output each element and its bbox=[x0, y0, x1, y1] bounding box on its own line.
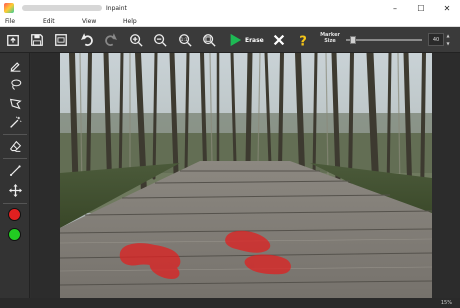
play-icon bbox=[230, 33, 242, 47]
erase-label: Erase bbox=[245, 36, 264, 44]
zoom-level: 15% bbox=[440, 300, 452, 306]
marker-icon bbox=[10, 61, 20, 72]
window-title: Inpaint bbox=[106, 4, 127, 12]
polygonal-lasso-tool[interactable] bbox=[5, 94, 25, 112]
move-tool[interactable] bbox=[5, 181, 25, 199]
save-icon bbox=[31, 34, 43, 46]
title-redacted bbox=[22, 5, 102, 11]
spin-down-icon[interactable]: ▼ bbox=[446, 41, 449, 46]
zoom-fit-button[interactable] bbox=[200, 31, 218, 49]
slider-thumb[interactable] bbox=[350, 36, 356, 44]
marker-size-label: Marker Size bbox=[320, 32, 340, 44]
app-window: Inpaint – ☐ ✕ File Edit View Help 1:1 Er… bbox=[0, 0, 460, 308]
magic-wand-icon bbox=[9, 115, 22, 128]
zoom-out-button[interactable] bbox=[151, 31, 169, 49]
title-bar: Inpaint – ☐ ✕ bbox=[0, 0, 460, 16]
zoom-out-icon bbox=[154, 34, 167, 47]
open-button[interactable] bbox=[4, 31, 22, 49]
help-button[interactable]: ? bbox=[294, 31, 312, 49]
lasso-icon bbox=[10, 79, 21, 90]
save-as-button[interactable] bbox=[52, 31, 70, 49]
marker-size-stepper[interactable]: ▲ ▼ bbox=[445, 33, 451, 46]
cancel-icon bbox=[273, 34, 285, 46]
undo-button[interactable] bbox=[78, 31, 96, 49]
help-icon: ? bbox=[299, 34, 307, 47]
redo-button[interactable] bbox=[102, 31, 120, 49]
zoom-in-icon bbox=[130, 34, 143, 47]
tool-panel bbox=[0, 53, 30, 308]
zoom-actual-icon: 1:1 bbox=[179, 34, 192, 47]
zoom-fit-icon bbox=[203, 34, 216, 47]
marker-tool[interactable] bbox=[5, 56, 25, 74]
spin-up-icon[interactable]: ▲ bbox=[446, 33, 449, 38]
eraser-icon bbox=[9, 140, 21, 152]
zoom-in-button[interactable] bbox=[127, 31, 145, 49]
maximize-button[interactable]: ☐ bbox=[408, 0, 434, 16]
green-color-swatch[interactable] bbox=[8, 228, 21, 241]
save-as-icon bbox=[55, 34, 67, 46]
guide-line-tool[interactable] bbox=[5, 161, 25, 179]
window-controls: – ☐ ✕ bbox=[382, 0, 460, 16]
eraser-tool[interactable] bbox=[5, 137, 25, 155]
menu-bar: File Edit View Help bbox=[0, 16, 460, 27]
save-button[interactable] bbox=[28, 31, 46, 49]
main-toolbar: 1:1 Erase ? Marker Size 40 ▲ ▼ bbox=[0, 27, 460, 53]
guide-line-icon bbox=[9, 164, 21, 176]
menu-edit[interactable]: Edit bbox=[43, 18, 55, 25]
marker-size-slider[interactable] bbox=[346, 36, 422, 44]
close-button[interactable]: ✕ bbox=[434, 0, 460, 16]
svg-text:1:1: 1:1 bbox=[181, 37, 188, 43]
red-color-swatch[interactable] bbox=[8, 208, 21, 221]
app-logo-icon bbox=[4, 3, 14, 13]
redo-icon bbox=[105, 33, 117, 46]
tool-divider bbox=[3, 158, 27, 159]
cancel-button[interactable] bbox=[270, 31, 288, 49]
erase-button[interactable]: Erase bbox=[228, 31, 264, 49]
status-bar: 15% bbox=[0, 298, 460, 308]
marker-size-input[interactable]: 40 bbox=[428, 33, 444, 46]
minimize-button[interactable]: – bbox=[382, 0, 408, 16]
slider-track bbox=[346, 39, 422, 41]
tool-divider bbox=[3, 134, 27, 135]
canvas-area[interactable] bbox=[31, 53, 460, 298]
menu-file[interactable]: File bbox=[5, 18, 15, 25]
menu-view[interactable]: View bbox=[82, 18, 96, 25]
lasso-tool[interactable] bbox=[5, 75, 25, 93]
photo-canvas[interactable] bbox=[60, 53, 432, 298]
move-icon bbox=[8, 183, 22, 197]
polygonal-lasso-icon bbox=[9, 98, 22, 109]
svg-text:?: ? bbox=[299, 34, 307, 47]
zoom-actual-button[interactable]: 1:1 bbox=[176, 31, 194, 49]
open-icon bbox=[7, 34, 19, 46]
magic-wand-tool[interactable] bbox=[5, 113, 25, 131]
forest-boardwalk-photo bbox=[60, 53, 432, 298]
undo-icon bbox=[81, 33, 93, 46]
menu-help[interactable]: Help bbox=[123, 18, 137, 25]
tool-divider bbox=[3, 203, 27, 204]
